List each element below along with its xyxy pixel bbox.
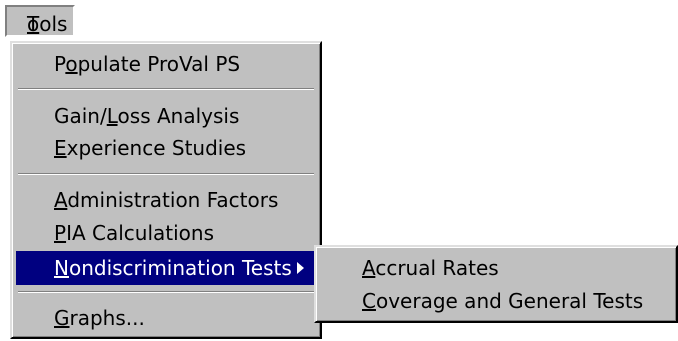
submenu-arrow-icon (297, 262, 304, 274)
label-mnemonic: A (54, 188, 68, 212)
label-part: dministration Factors (67, 188, 279, 212)
label-part: xperience Studies (66, 136, 247, 160)
label-part: ccrual Rates (375, 256, 499, 280)
submenu-item-accrual-rates[interactable]: Accrual Rates (320, 251, 672, 285)
label-mnemonic: L (106, 104, 118, 128)
menu-item-label: Nondiscrimination Tests (54, 251, 292, 285)
label-part: oss Analysis (117, 104, 240, 128)
label-part: IA Calculations (66, 221, 214, 245)
tools-dropdown-menu: Populate ProVal PS Gain/Loss Analysis Ex… (10, 41, 322, 339)
menu-item-populate-proval-ps[interactable]: Populate ProVal PS (16, 47, 316, 81)
tools-menu-button[interactable]: Tools (5, 5, 75, 37)
menu-item-gain-loss-analysis[interactable]: Gain/Loss Analysis (16, 99, 316, 133)
menu-item-label: Administration Factors (54, 183, 278, 217)
label-part: Gain/ (54, 104, 107, 128)
menu-item-label: Graphs... (54, 301, 145, 335)
menu-item-label: Accrual Rates (362, 251, 499, 285)
menu-separator (18, 291, 314, 293)
label-mnemonic: G (54, 306, 70, 330)
tools-label-rest: ools (27, 12, 68, 36)
label-mnemonic: E (54, 136, 67, 160)
menu-separator (18, 88, 314, 90)
submenu-item-coverage-and-general-tests[interactable]: Coverage and General Tests (320, 284, 672, 318)
label-mnemonic: o (65, 52, 78, 76)
menu-item-label: Coverage and General Tests (362, 284, 643, 318)
label-part: ondiscrimination Tests (68, 256, 292, 280)
label-part: raphs... (69, 306, 145, 330)
label-mnemonic: P (54, 221, 67, 245)
menu-item-label: PIA Calculations (54, 216, 214, 250)
menu-item-label: Experience Studies (54, 131, 246, 165)
menu-item-graphs[interactable]: Graphs... (16, 301, 316, 335)
label-mnemonic: N (54, 256, 69, 280)
screen: Tools Populate ProVal PS Gain/Loss Analy… (0, 0, 678, 341)
label-part: pulate ProVal PS (77, 52, 241, 76)
label-mnemonic: C (362, 289, 376, 313)
nondiscrimination-submenu: Accrual Rates Coverage and General Tests (314, 245, 678, 323)
menu-item-experience-studies[interactable]: Experience Studies (16, 131, 316, 165)
menu-item-administration-factors[interactable]: Administration Factors (16, 183, 316, 217)
menu-item-label: Gain/Loss Analysis (54, 99, 239, 133)
label-mnemonic: A (362, 256, 376, 280)
menu-separator (18, 173, 314, 175)
label-part: overage and General Tests (375, 289, 644, 313)
label-part: P (54, 52, 66, 76)
menu-item-pia-calculations[interactable]: PIA Calculations (16, 216, 316, 250)
menu-item-label: Populate ProVal PS (54, 47, 240, 81)
menu-item-nondiscrimination-tests[interactable]: Nondiscrimination Tests (16, 251, 316, 285)
